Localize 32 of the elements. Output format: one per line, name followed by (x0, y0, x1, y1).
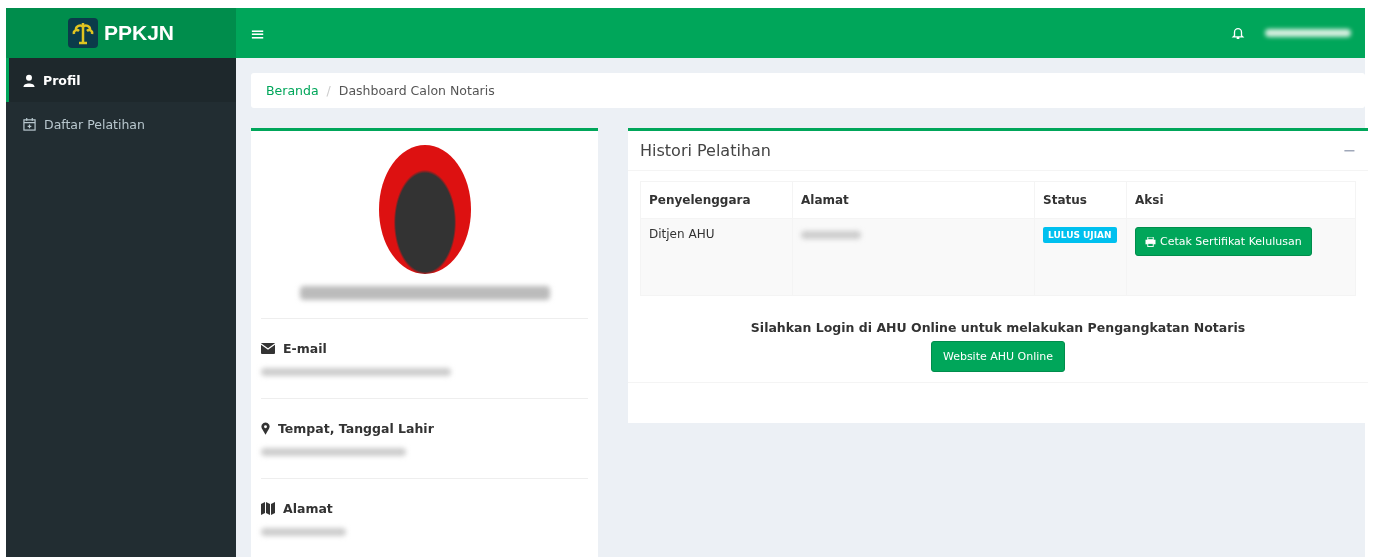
map-pin-icon (261, 422, 270, 435)
print-certificate-button[interactable]: Cetak Sertifikat Kelulusan (1135, 227, 1312, 256)
brand-header[interactable]: PPKJN (6, 8, 236, 58)
notification-icon[interactable] (1231, 26, 1245, 40)
notice-text: Silahkan Login di AHU Online untuk melakukan Pengangkatan Notaris (749, 320, 1247, 335)
breadcrumb-separator: / (326, 83, 331, 98)
field-label: E-mail (283, 341, 327, 356)
column-header: Status (1034, 181, 1127, 219)
map-icon (261, 502, 275, 515)
sidebar-item[interactable]: Profil (6, 58, 236, 102)
menu-icon[interactable]: ≡ (250, 22, 266, 44)
sidebar-item[interactable]: Daftar Pelatihan (6, 102, 236, 146)
column-header: Aksi (1126, 181, 1356, 219)
breadcrumb-current: Dashboard Calon Notaris (338, 83, 495, 98)
website-button[interactable]: Website AHU Online (930, 341, 1066, 372)
envelope-icon (261, 343, 275, 354)
app-title: PPKJN (104, 21, 174, 45)
card-title: Histori Pelatihan (640, 141, 771, 160)
user-icon (23, 73, 35, 87)
field-label: Tempat, Tanggal Lahir (278, 421, 434, 436)
logo-icon (68, 18, 98, 48)
column-header: Alamat (792, 181, 1035, 219)
breadcrumb-link[interactable]: Beranda (266, 83, 319, 98)
redacted-username[interactable] (1265, 29, 1351, 37)
collapse-button[interactable]: − (1342, 141, 1356, 160)
column-header: Penyelenggara (640, 181, 793, 219)
table-cell: Ditjen AHU (640, 218, 793, 296)
status-badge: LULUS UJIAN (1043, 227, 1117, 243)
field-label: Alamat (283, 501, 333, 516)
printer-icon (1145, 236, 1156, 247)
calendar-icon (23, 117, 36, 131)
redacted-address (801, 231, 861, 239)
